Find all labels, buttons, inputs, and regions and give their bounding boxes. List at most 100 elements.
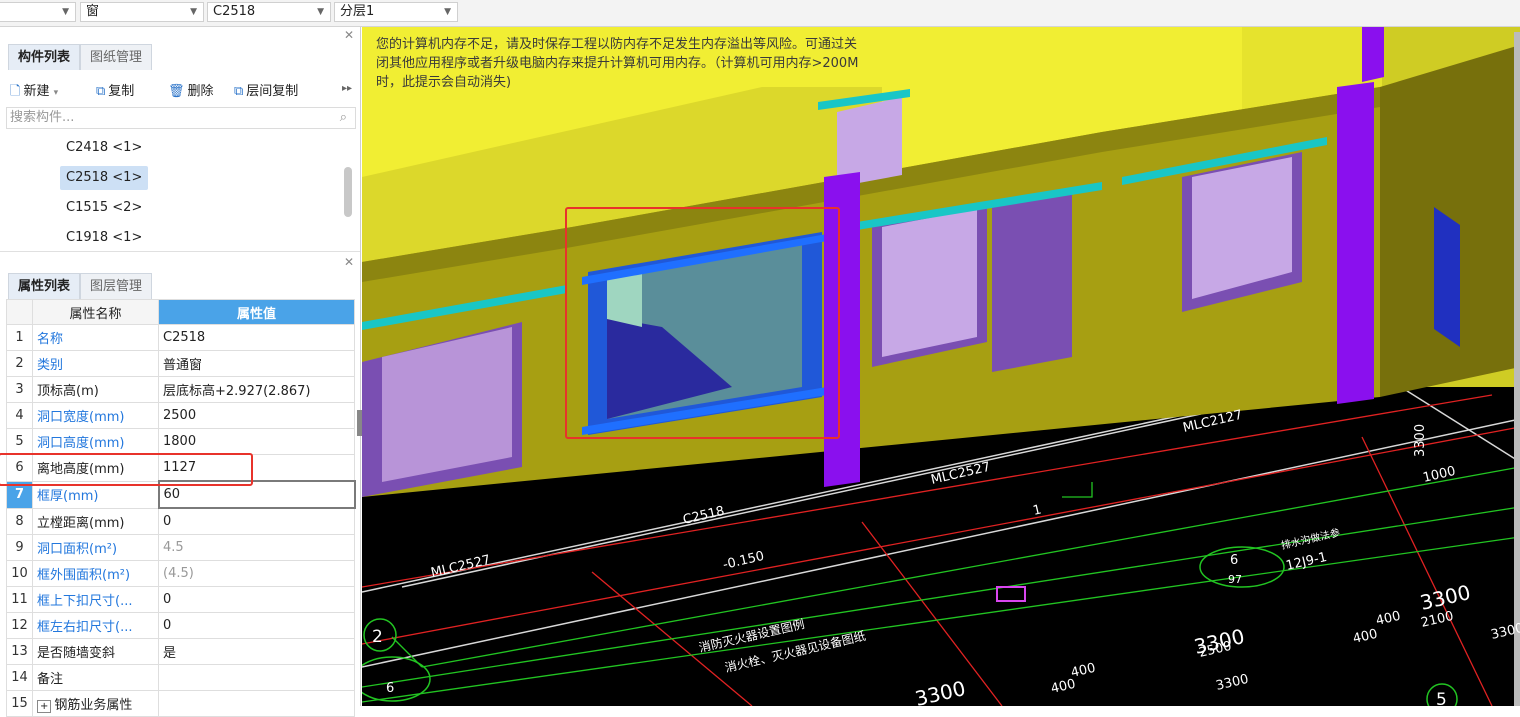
row-value[interactable]: 是 — [158, 638, 355, 665]
header-value: 属性值 — [158, 299, 355, 325]
tab-drawing-management[interactable]: 图纸管理 — [80, 44, 153, 70]
list-item[interactable]: C1515 <2> — [60, 196, 148, 220]
property-table: 属性名称 属性值 1 名称 C2518 2 类别 普通窗 3 顶标高(m) 层底… — [6, 299, 356, 717]
cad-label: 5 — [1436, 690, 1447, 706]
floor-copy-label: 层间复制 — [246, 84, 299, 99]
property-tabs: 属性列表 图层管理 — [8, 273, 153, 299]
table-row[interactable]: 12 框左右扣尺寸(... 0 — [6, 612, 355, 639]
row-num: 8 — [6, 507, 33, 535]
row-num: 2 — [6, 350, 33, 377]
component-tabs: 构件列表 图纸管理 — [8, 44, 153, 70]
component-list: C2418 <1> C2518 <1> C1515 <2> C1918 <1> — [6, 132, 356, 250]
row-name: 备注 — [32, 664, 159, 691]
close-icon[interactable]: ✕ — [344, 28, 354, 42]
row-value[interactable]: 1800 — [158, 428, 355, 455]
table-row[interactable]: 13 是否随墙变斜 是 — [6, 638, 355, 665]
row-name: 名称 — [32, 324, 159, 351]
table-row[interactable]: 14 备注 — [6, 664, 355, 691]
table-row[interactable]: 8 立樘距离(mm) 0 — [6, 507, 355, 535]
row-name: 是否随墙变斜 — [32, 638, 159, 665]
table-row[interactable]: 11 框上下扣尺寸(... 0 — [6, 586, 355, 613]
chevron-down-icon: ▼ — [444, 7, 451, 17]
copy-button[interactable]: ⧉ 复制 — [96, 80, 134, 99]
row-name: 框左右扣尺寸(... — [32, 612, 159, 639]
row-name: 类别 — [32, 350, 159, 377]
component-type-combo[interactable]: 窗 ▼ — [80, 2, 204, 22]
table-row[interactable]: 10 框外围面积(m²) (4.5) — [6, 560, 355, 587]
new-label: 新建 — [23, 84, 50, 99]
tab-layer-management[interactable]: 图层管理 — [80, 273, 153, 299]
table-row[interactable]: 1 名称 C2518 — [6, 324, 355, 351]
cad-label: 6 — [1230, 553, 1238, 568]
row-value[interactable]: 0 — [158, 507, 355, 535]
row-value[interactable]: 普通窗 — [158, 350, 355, 377]
new-button[interactable]: 🗋 新建 ▾ — [10, 80, 58, 104]
row-num: 14 — [6, 664, 33, 691]
cad-label: 6 — [386, 681, 394, 696]
row-value[interactable]: C2518 — [158, 324, 355, 351]
table-row[interactable]: 2 类别 普通窗 — [6, 350, 355, 377]
floor-type-combo[interactable]: ▼ — [0, 2, 76, 22]
window-upper — [837, 97, 902, 187]
component-type-value: 窗 — [86, 4, 100, 19]
layer-combo[interactable]: 分层1 ▼ — [334, 2, 458, 22]
row-num: 3 — [6, 376, 33, 403]
new-file-icon: 🗋 — [10, 84, 21, 99]
delete-label: 删除 — [187, 84, 214, 99]
row-num: 11 — [6, 586, 33, 613]
selection-highlight-box — [565, 207, 840, 439]
row-value[interactable]: 0 — [158, 612, 355, 639]
edge — [1514, 32, 1520, 706]
row-num: 12 — [6, 612, 33, 639]
list-item-selected[interactable]: C2518 <1> — [60, 166, 149, 190]
expand-icon[interactable]: + — [37, 700, 52, 713]
column — [1337, 82, 1374, 404]
table-row[interactable]: 4 洞口宽度(mm) 2500 — [6, 402, 355, 429]
floor-copy-button[interactable]: ⧉ 层间复制 — [234, 80, 298, 99]
trash-icon: 🗑 — [168, 84, 185, 99]
list-item[interactable]: C1918 <1> — [60, 226, 148, 250]
list-scrollbar[interactable] — [344, 167, 352, 217]
header-num — [6, 299, 33, 325]
window-opening — [992, 192, 1072, 372]
component-search-input[interactable]: 搜索构件... ⌕ — [6, 107, 356, 129]
chevron-down-icon: ▼ — [190, 7, 197, 17]
list-item[interactable]: C2418 <1> — [60, 136, 148, 160]
layer-value: 分层1 — [340, 4, 375, 19]
row-name: 顶标高(m) — [32, 376, 159, 403]
table-header: 属性名称 属性值 — [6, 299, 355, 325]
tab-property-list[interactable]: 属性列表 — [8, 273, 81, 299]
side-window — [1434, 207, 1460, 347]
more-icon[interactable]: ▸▸ — [342, 83, 352, 94]
table-row[interactable]: 5 洞口高度(mm) 1800 — [6, 428, 355, 455]
table-row[interactable]: 9 洞口面积(m²) 4.5 — [6, 534, 355, 561]
row-name: 框外围面积(m²) — [32, 560, 159, 587]
left-panel: ✕ 构件列表 图纸管理 🗋 新建 ▾ ⧉ 复制 🗑 删除 ⧉ 层间复制 ▸▸ 搜索构件.… — [0, 27, 361, 717]
search-icon[interactable]: ⌕ — [340, 108, 347, 128]
header-name: 属性名称 — [32, 299, 159, 325]
row-num: 10 — [6, 560, 33, 587]
table-row[interactable]: 15 + 钢筋业务属性 — [6, 690, 355, 717]
component-name-combo[interactable]: C2518 ▼ — [207, 2, 331, 22]
row-num: 1 — [6, 324, 33, 351]
row-value[interactable] — [158, 690, 355, 717]
divider — [0, 251, 360, 252]
close-icon[interactable]: ✕ — [344, 255, 354, 269]
column — [1362, 27, 1384, 82]
scene-svg: C2518 MLC2527 MLC2527 MLC2127 -0.150 1 1… — [362, 27, 1520, 706]
row-name: 洞口面积(m²) — [32, 534, 159, 561]
search-placeholder: 搜索构件... — [10, 110, 75, 125]
floor-copy-icon: ⧉ — [234, 84, 244, 99]
row-value[interactable]: 层底标高+2.927(2.867) — [158, 376, 355, 403]
tab-component-list[interactable]: 构件列表 — [8, 44, 81, 70]
chevron-down-icon: ▼ — [317, 7, 324, 17]
table-row[interactable]: 3 顶标高(m) 层底标高+2.927(2.867) — [6, 376, 355, 403]
cad-label: 2 — [372, 627, 383, 647]
row-value[interactable]: 0 — [158, 586, 355, 613]
copy-icon: ⧉ — [96, 84, 106, 99]
row-name: + 钢筋业务属性 — [32, 690, 159, 717]
row-value[interactable]: 2500 — [158, 402, 355, 429]
row-value[interactable] — [158, 664, 355, 691]
3d-viewport[interactable]: C2518 MLC2527 MLC2527 MLC2127 -0.150 1 1… — [362, 27, 1520, 706]
delete-button[interactable]: 🗑 删除 — [168, 80, 214, 99]
